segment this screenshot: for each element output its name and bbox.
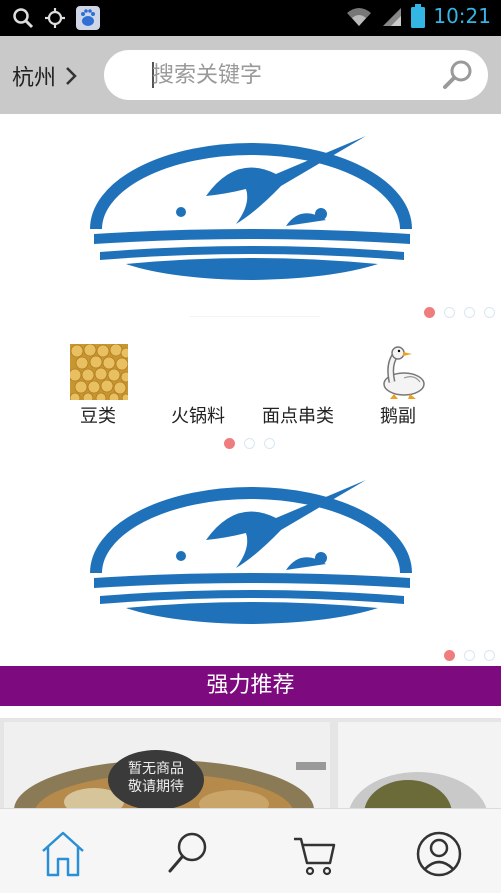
nav-cart[interactable] — [290, 829, 340, 879]
category-label: 面点串类 — [262, 406, 334, 427]
search-icon[interactable] — [442, 59, 474, 95]
city-label: 杭州 — [12, 66, 57, 91]
carousel-dot-active[interactable] — [444, 650, 455, 661]
banner-carousel-middle[interactable] — [0, 456, 501, 666]
chevron-right-icon — [64, 65, 78, 87]
no-product-text: 暂无商品 — [128, 761, 184, 777]
fish-logo-image — [86, 134, 416, 288]
goose-image — [374, 344, 432, 400]
battery-icon — [411, 4, 426, 28]
category-page-indicator — [224, 438, 275, 449]
product-card[interactable]: 暂无商品 敬请期待 — [4, 722, 330, 814]
user-icon — [414, 831, 464, 883]
divider — [190, 316, 320, 317]
page-dot[interactable] — [244, 438, 255, 449]
stay-tuned-text: 敬请期待 — [128, 779, 184, 795]
nav-home[interactable] — [38, 829, 88, 879]
search-input[interactable] — [152, 50, 422, 100]
home-icon — [38, 831, 88, 883]
category-label: 鹅副 — [380, 406, 416, 427]
product-list: 暂无商品 敬请期待 — [0, 718, 501, 814]
carousel-indicator — [424, 307, 495, 318]
category-label: 豆类 — [80, 406, 116, 427]
nav-search[interactable] — [162, 829, 212, 879]
page-dot-active[interactable] — [224, 438, 235, 449]
carousel-dot[interactable] — [484, 650, 495, 661]
carousel-dot[interactable] — [484, 307, 495, 318]
header-bar: 杭州 — [0, 36, 501, 114]
status-bar: 10:21 — [0, 0, 501, 36]
section-title-recommended: 强力推荐 — [0, 666, 501, 706]
fish-logo-image — [86, 478, 416, 632]
no-product-badge: 暂无商品 敬请期待 — [108, 750, 204, 810]
soybeans-image — [68, 343, 132, 404]
wifi-icon — [345, 5, 373, 27]
page-dot[interactable] — [264, 438, 275, 449]
carousel-dot-active[interactable] — [424, 307, 435, 318]
banner-carousel-top[interactable] — [0, 114, 501, 324]
category-grid: 豆类 火锅料 面点串类 鹅副 — [48, 340, 448, 450]
nav-user[interactable] — [414, 829, 464, 879]
search-box[interactable] — [104, 50, 488, 100]
cart-icon — [290, 837, 340, 883]
carousel-dot[interactable] — [464, 307, 475, 318]
signal-icon — [381, 5, 403, 27]
search-icon — [12, 7, 34, 29]
food-plate-image — [338, 722, 501, 814]
carousel-dot[interactable] — [444, 307, 455, 318]
carousel-indicator — [444, 650, 495, 661]
gps-icon — [44, 7, 66, 29]
baidu-app-icon — [76, 6, 100, 30]
category-label: 火锅料 — [171, 406, 225, 427]
clock: 10:21 — [433, 4, 491, 28]
search-icon — [162, 832, 212, 883]
city-selector[interactable]: 杭州 — [12, 60, 78, 92]
product-card[interactable] — [338, 722, 501, 814]
bottom-navigation — [0, 808, 501, 893]
carousel-dot[interactable] — [464, 650, 475, 661]
